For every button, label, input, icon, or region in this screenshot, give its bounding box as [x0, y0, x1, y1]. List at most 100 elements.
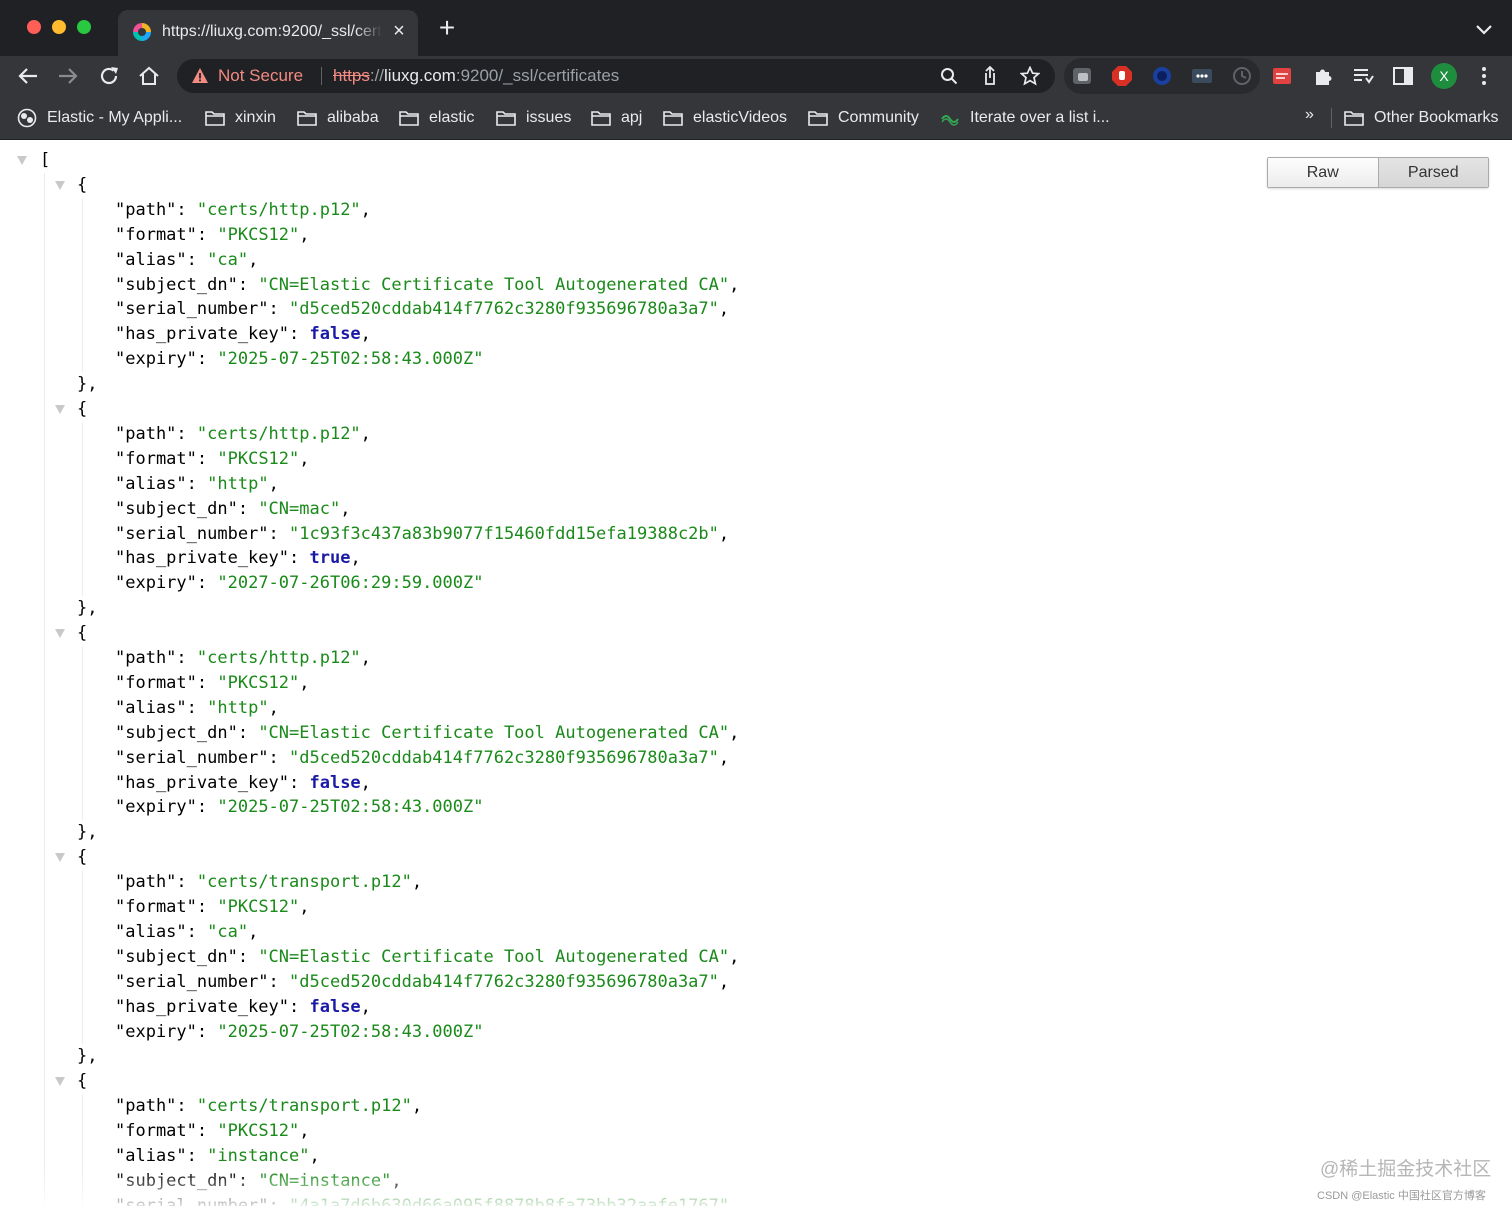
bookmark-other-bookmarks[interactable]: Other Bookmarks: [1344, 107, 1498, 129]
bookmark-item[interactable]: elastic: [399, 107, 474, 129]
json-key: "alias": [115, 697, 187, 718]
extension-circle-icon[interactable]: [1150, 64, 1174, 88]
bookmark-label: Other Bookmarks: [1374, 109, 1499, 126]
json-property-subject-dn: "subject_dn": "CN=instance",: [115, 1169, 402, 1194]
json-property-serial-number: "serial_number": "d5ced520cddab414f7762c…: [115, 746, 729, 771]
json-property-expiry: "expiry": "2027-07-26T06:29:59.000Z": [115, 571, 483, 596]
json-punctuation: :: [196, 1021, 218, 1042]
bookmark-label: issues: [526, 109, 572, 126]
url-text[interactable]: https://liuxg.com:9200/_ssl/certificates: [333, 66, 619, 86]
json-string-value: "2025-07-25T02:58:43.000Z": [217, 349, 484, 370]
json-property-has-private-key: "has_private_key": false,: [115, 771, 371, 796]
json-key: "subject_dn": [115, 274, 238, 295]
bookmark-label: elasticVideos: [693, 109, 787, 126]
folder-icon: [591, 111, 611, 126]
tab-close-icon[interactable]: ×: [389, 20, 409, 42]
json-property-expiry: "expiry": "2025-07-25T02:58:43.000Z": [115, 795, 483, 820]
json-key: "format": [115, 897, 197, 917]
json-string-value: "d5ced520cddab414f7762c3280f935696780a3a…: [289, 971, 719, 992]
extension-dots-icon[interactable]: [1190, 64, 1214, 88]
collapse-toggle-icon[interactable]: [55, 405, 65, 414]
tab-title: https://liuxg.com:9200/_ssl/certificates: [162, 23, 382, 40]
home-button[interactable]: [136, 63, 162, 89]
indent-guide: [44, 172, 45, 1206]
extension-notes-icon[interactable]: [1270, 64, 1294, 88]
bookmark-item[interactable]: issues: [496, 107, 571, 129]
share-icon[interactable]: [979, 65, 1001, 87]
home-icon: [139, 66, 159, 85]
reload-button[interactable]: [96, 63, 122, 89]
json-string-value: "http": [207, 697, 269, 718]
json-property-path: "path": "certs/transport.p12",: [115, 1094, 422, 1119]
bookmark-label: Iterate over a list i...: [970, 109, 1110, 126]
reading-list-icon[interactable]: [1351, 64, 1375, 88]
json-property-subject-dn: "subject_dn": "CN=Elastic Certificate To…: [115, 945, 739, 970]
search-icon[interactable]: [938, 65, 960, 87]
bookmark-item[interactable]: Elastic - My Appli...: [17, 107, 182, 129]
url-host: liuxg.com: [384, 66, 456, 85]
json-key: "alias": [115, 921, 187, 942]
extension-adblock-icon[interactable]: [1110, 64, 1134, 88]
collapse-toggle-icon[interactable]: [55, 853, 65, 863]
bookmark-label: Elastic - My Appli...: [47, 109, 183, 126]
folder-icon: [297, 111, 317, 126]
tab-search-chevron-icon[interactable]: [1472, 20, 1496, 40]
window-close-button[interactable]: [27, 20, 41, 34]
bookmark-label: elastic: [429, 109, 475, 126]
window-zoom-button[interactable]: [77, 20, 91, 34]
address-bar[interactable]: Not Secure https://liuxg.com:9200/_ssl/c…: [177, 59, 1055, 93]
bookmark-item[interactable]: Iterate over a list i...: [940, 107, 1110, 129]
json-string-value: "certs/transport.p12": [196, 872, 412, 893]
json-property-serial-number: "serial_number": "d5ced520cddab414f7762c…: [115, 297, 729, 322]
forward-button[interactable]: [55, 63, 81, 89]
json-punctuation: ,: [360, 324, 371, 345]
json-key: "subject_dn": [115, 946, 238, 967]
bookmark-item[interactable]: xinxin: [205, 107, 276, 129]
bookmark-star-icon[interactable]: [1019, 65, 1041, 87]
security-status-label[interactable]: Not Secure: [218, 66, 303, 86]
json-key: "path": [115, 872, 177, 893]
parsed-button[interactable]: Parsed: [1377, 158, 1488, 187]
bookmark-item[interactable]: Community: [808, 107, 919, 129]
json-object-close: },: [77, 596, 97, 621]
extensions-puzzle-icon[interactable]: [1311, 64, 1335, 88]
json-punctuation: :: [196, 1121, 218, 1142]
menu-kebab-icon[interactable]: [1472, 64, 1496, 88]
json-viewer: Raw Parsed [{"path": "certs/http.p12", "f…: [0, 140, 1512, 1206]
side-panel-icon[interactable]: [1391, 64, 1415, 88]
back-button[interactable]: [15, 63, 41, 89]
view-mode-toggle: Raw Parsed: [1267, 157, 1489, 188]
indent-guide: [82, 421, 83, 597]
collapse-toggle-icon[interactable]: [55, 1077, 65, 1087]
extension-history-icon[interactable]: [1230, 64, 1254, 88]
bookmark-item[interactable]: alibaba: [297, 107, 379, 129]
json-string-value: "certs/http.p12": [196, 648, 361, 668]
json-key: "expiry": [115, 573, 197, 594]
folder-icon: [496, 111, 516, 126]
json-key: "serial_number": [115, 747, 269, 768]
bookmark-item[interactable]: elasticVideos: [663, 107, 787, 129]
link-favicon-icon: [941, 115, 959, 126]
json-punctuation: :: [186, 1146, 208, 1166]
json-punctuation: :: [289, 996, 310, 1017]
collapse-toggle-icon[interactable]: [55, 180, 65, 190]
bookmarks-overflow-chevron[interactable]: »: [1305, 106, 1314, 124]
json-punctuation: :: [268, 523, 290, 544]
omnibox-divider: [321, 67, 322, 85]
collapse-toggle-icon[interactable]: [55, 629, 65, 639]
json-punctuation: ,: [360, 423, 371, 444]
json-punctuation: ,: [718, 971, 730, 992]
url-path: :9200/_ssl/certificates: [455, 66, 620, 85]
raw-button[interactable]: Raw: [1268, 158, 1378, 187]
new-tab-button[interactable]: +: [434, 14, 460, 42]
profile-avatar[interactable]: X: [1431, 63, 1457, 89]
collapse-toggle-icon[interactable]: [17, 156, 27, 165]
json-punctuation: :: [176, 199, 197, 220]
json-punctuation: {: [77, 847, 88, 868]
extension-translate-icon[interactable]: [1070, 64, 1094, 88]
tab-active[interactable]: https://liuxg.com:9200/_ssl/certificates…: [118, 10, 418, 56]
json-punctuation: :: [237, 722, 259, 743]
bookmark-item[interactable]: apj: [591, 107, 642, 129]
json-key: "format": [115, 1121, 197, 1142]
window-minimize-button[interactable]: [52, 20, 66, 34]
